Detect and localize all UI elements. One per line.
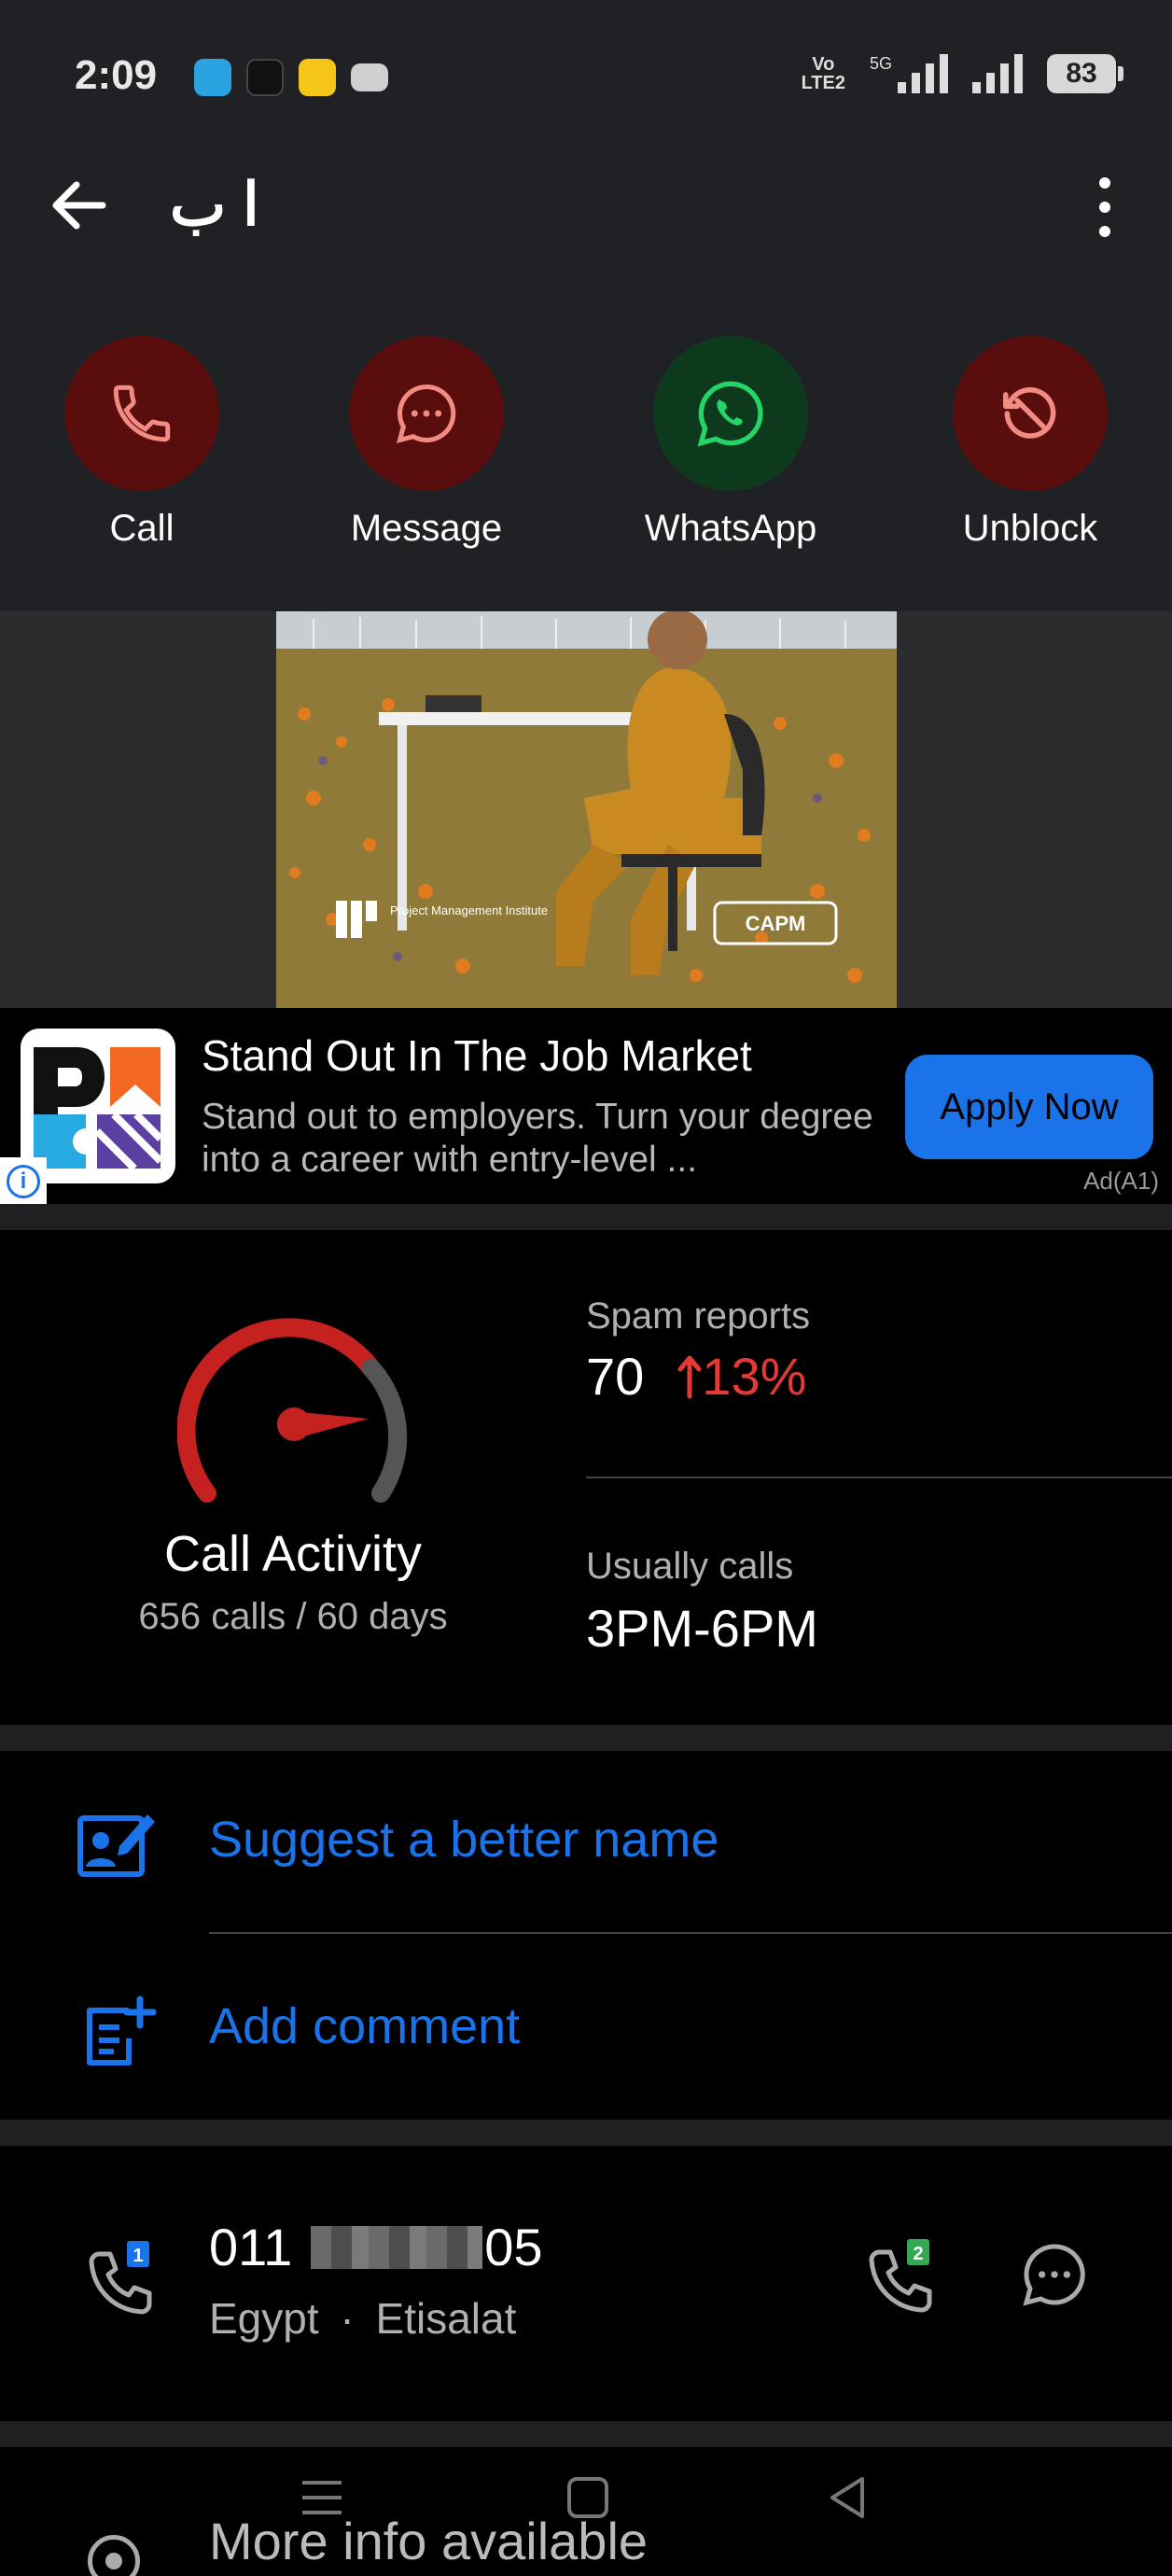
- message-label: Message: [350, 508, 503, 549]
- unblock-icon: [953, 336, 1108, 491]
- status-indicators: Vo LTE2 5G 83: [801, 54, 1123, 93]
- message-button[interactable]: Message: [324, 336, 529, 550]
- suggest-name-item[interactable]: Suggest a better name: [0, 1751, 1172, 1928]
- unblock-button[interactable]: Unblock: [928, 336, 1133, 550]
- tiktok-icon: [246, 59, 284, 96]
- phone-icon: [64, 336, 219, 491]
- carrier-info: Egypt · Etisalat: [209, 2293, 516, 2344]
- call-button[interactable]: Call: [39, 336, 244, 550]
- app-bar: ا ب: [0, 149, 1172, 336]
- ad-description: Stand out to employers. Turn your degree…: [202, 1097, 873, 1180]
- back-arrow-icon[interactable]: [47, 173, 112, 238]
- contact-actions-list: Suggest a better name Add comment: [0, 1751, 1172, 2120]
- call-activity-card: Call Activity 656 calls / 60 days Spam r…: [0, 1230, 1172, 1725]
- volte-indicator: Vo LTE2: [801, 54, 845, 93]
- whatsapp-label: WhatsApp: [644, 508, 817, 549]
- list-divider: [209, 1932, 1172, 1934]
- phone-suffix: 05: [484, 2218, 543, 2276]
- call-label: Call: [109, 508, 174, 549]
- ad-title: Stand Out In The Job Market: [202, 1031, 752, 1080]
- action-buttons: Call Message WhatsApp Unblock: [0, 336, 1172, 611]
- ad-photo: Project Management Institute CAPM: [276, 611, 897, 1008]
- ad-info-icon[interactable]: i: [0, 1157, 47, 1204]
- edit-contact-icon: [77, 1814, 155, 1877]
- sim1-call-icon[interactable]: 1: [78, 2241, 162, 2325]
- country-label: Egypt: [209, 2294, 319, 2343]
- recents-menu-icon[interactable]: [299, 2477, 345, 2518]
- ad-banner[interactable]: Project Management Institute CAPM: [0, 611, 1172, 1008]
- ad-label: Ad(A1): [1083, 1167, 1159, 1195]
- call-activity-title: Call Activity: [163, 1526, 423, 1582]
- back-nav-icon[interactable]: [825, 2475, 870, 2520]
- whatsapp-button[interactable]: WhatsApp: [628, 336, 833, 550]
- telegram-icon: [194, 59, 231, 96]
- section-divider: [0, 1725, 1172, 1751]
- ad-badge-text: CAPM: [746, 912, 806, 935]
- status-time: 2:09: [75, 52, 158, 98]
- add-comment-item[interactable]: Add comment: [0, 1938, 1172, 2115]
- sim2-call-icon[interactable]: 2: [858, 2239, 942, 2323]
- signal-icon: [972, 54, 1023, 93]
- youtube-icon: [351, 63, 388, 91]
- arrow-up-icon: [677, 1355, 702, 1398]
- redacted-digits: [311, 2225, 483, 2269]
- gauge-icon: [177, 1318, 408, 1503]
- spam-reports-label: Spam reports: [586, 1295, 811, 1337]
- separator: ·: [340, 2294, 355, 2343]
- spam-change: 13%: [677, 1346, 806, 1407]
- phone-prefix: 011: [209, 2218, 293, 2276]
- add-comment-icon: [87, 1995, 157, 2065]
- phone-number-card: 1 011 05 Egypt · Etisalat 2: [0, 2146, 1172, 2421]
- svg-text:2: 2: [913, 2244, 923, 2264]
- carrier-label: Etisalat: [375, 2294, 517, 2343]
- more-options-icon[interactable]: [1094, 177, 1116, 237]
- yellow-app-icon: [299, 59, 336, 96]
- ad-content[interactable]: Stand Out In The Job Market Stand out to…: [0, 1008, 1172, 1204]
- signal-5g-icon: 5G: [870, 54, 948, 93]
- phone-number: 011 05: [209, 2217, 543, 2277]
- usually-calls-label: Usually calls: [586, 1546, 794, 1587]
- contact-name: ا ب: [170, 171, 259, 238]
- unblock-label: Unblock: [962, 508, 1098, 549]
- activity-divider: [586, 1477, 1172, 1478]
- status-bar: 2:09 Vo LTE2 5G 83: [0, 0, 1172, 149]
- svg-text:1: 1: [133, 2246, 143, 2266]
- apply-now-button[interactable]: Apply Now: [905, 1055, 1153, 1159]
- home-icon[interactable]: [565, 2475, 610, 2520]
- ad-brand-text: Project Management Institute: [390, 903, 548, 917]
- location-icon: [88, 2535, 140, 2576]
- suggest-name-label: Suggest a better name: [209, 1812, 719, 1868]
- section-divider: [0, 1204, 1172, 1230]
- spam-reports-value: 70 13%: [586, 1346, 806, 1407]
- spam-count: 70: [586, 1347, 645, 1406]
- whatsapp-icon: [653, 336, 808, 491]
- battery-icon: 83: [1047, 54, 1123, 93]
- chat-icon: [349, 336, 504, 491]
- section-divider: [0, 2421, 1172, 2447]
- ad-illustration: Project Management Institute CAPM: [276, 611, 897, 1008]
- section-divider: [0, 2120, 1172, 2146]
- add-comment-label: Add comment: [209, 1998, 521, 2054]
- usually-calls-value: 3PM-6PM: [586, 1599, 818, 1658]
- sms-icon[interactable]: [1017, 2237, 1092, 2312]
- call-activity-subtitle: 656 calls / 60 days: [138, 1596, 448, 1637]
- spam-change-value: 13%: [702, 1347, 807, 1406]
